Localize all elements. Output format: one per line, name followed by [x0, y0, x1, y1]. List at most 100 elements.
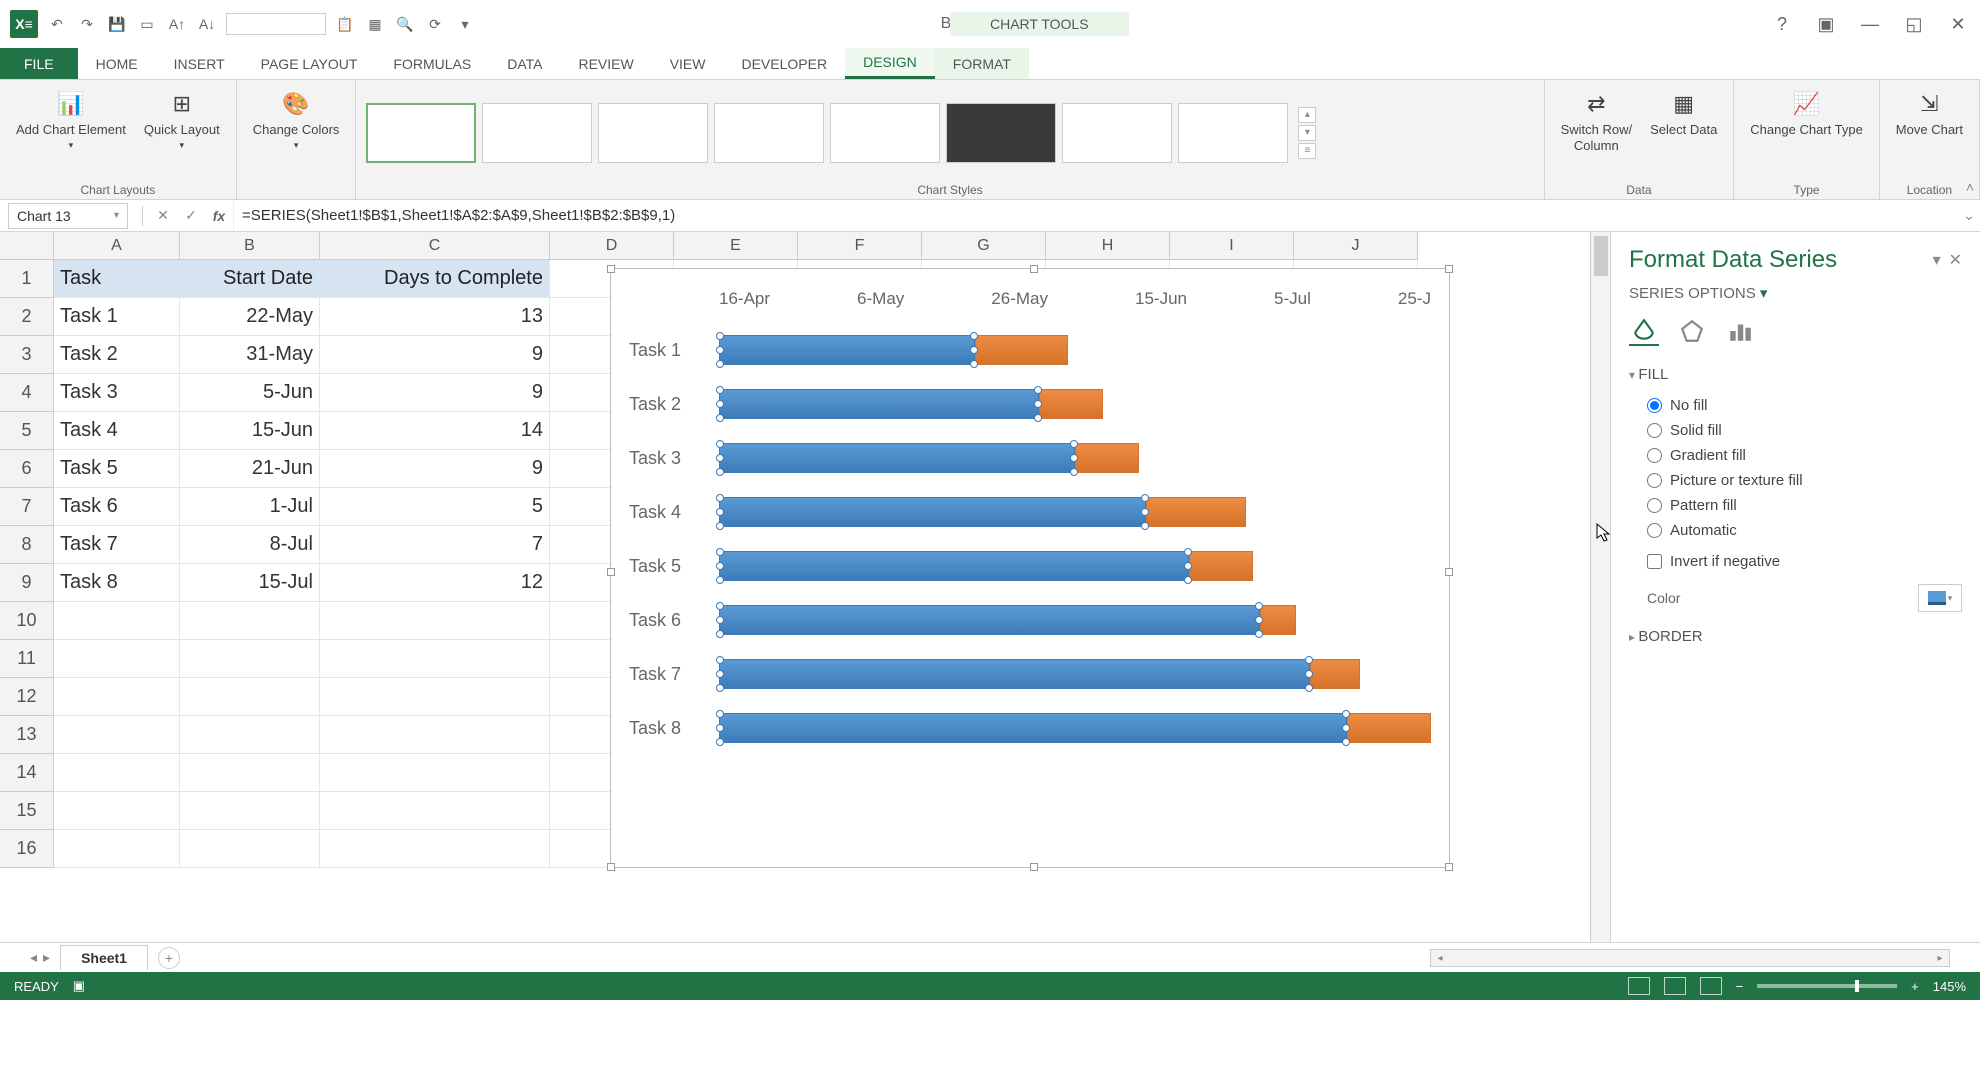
insert-function-button[interactable]: fx: [205, 208, 233, 224]
row-header[interactable]: 2: [0, 298, 54, 336]
tab-data[interactable]: DATA: [489, 48, 560, 79]
cell[interactable]: [180, 640, 320, 678]
cell[interactable]: 9: [320, 374, 550, 412]
chart-bar-series1[interactable]: [719, 443, 1075, 473]
cell[interactable]: 22-May: [180, 298, 320, 336]
invert-if-negative-checkbox[interactable]: Invert if negative: [1629, 549, 1962, 574]
cell[interactable]: 21-Jun: [180, 450, 320, 488]
chart-bar-series1[interactable]: [719, 659, 1310, 689]
styles-scroll-down[interactable]: ▾: [1298, 125, 1316, 141]
cell[interactable]: Task 7: [54, 526, 180, 564]
zoom-out-button[interactable]: −: [1736, 979, 1744, 994]
cell[interactable]: 15-Jul: [180, 564, 320, 602]
col-header-H[interactable]: H: [1046, 232, 1170, 260]
cell[interactable]: Task 8: [54, 564, 180, 602]
row-header[interactable]: 15: [0, 792, 54, 830]
cell[interactable]: 15-Jun: [180, 412, 320, 450]
tab-design[interactable]: DESIGN: [845, 48, 935, 79]
ribbon-collapse-button[interactable]: ˄: [1966, 179, 1974, 195]
chart-bar-series1[interactable]: [719, 497, 1146, 527]
cell[interactable]: [54, 602, 180, 640]
chart-bar-series2[interactable]: [1260, 605, 1296, 635]
refresh-button[interactable]: ⟳: [424, 13, 446, 35]
cell[interactable]: [320, 678, 550, 716]
chart-bar-row[interactable]: Task 1: [629, 323, 1431, 377]
cell[interactable]: [54, 792, 180, 830]
quick-layout-button[interactable]: ⊞Quick Layout▾: [138, 84, 226, 154]
chart-bar-series2[interactable]: [975, 335, 1068, 365]
tab-page-layout[interactable]: PAGE LAYOUT: [243, 48, 376, 79]
cell[interactable]: 14: [320, 412, 550, 450]
chart-bar-row[interactable]: Task 5: [629, 539, 1431, 593]
fill-option-pattern[interactable]: Pattern fill: [1629, 493, 1962, 518]
row-header[interactable]: 8: [0, 526, 54, 564]
chart-style-1[interactable]: [366, 103, 476, 163]
cell[interactable]: [180, 602, 320, 640]
cell[interactable]: 31-May: [180, 336, 320, 374]
row-header[interactable]: 13: [0, 716, 54, 754]
col-header-D[interactable]: D: [550, 232, 674, 260]
tab-view[interactable]: VIEW: [652, 48, 724, 79]
cell[interactable]: [320, 754, 550, 792]
view-page-break-button[interactable]: [1700, 977, 1722, 995]
chart-bar-series2[interactable]: [1347, 713, 1431, 743]
styles-scroll-up[interactable]: ▴: [1298, 107, 1316, 123]
name-box[interactable]: Chart 13▾: [8, 203, 128, 229]
fill-option-picture[interactable]: Picture or texture fill: [1629, 468, 1962, 493]
tab-home[interactable]: HOME: [78, 48, 156, 79]
horizontal-scrollbar[interactable]: ◂▸: [1430, 949, 1950, 967]
chart-bar-series1[interactable]: [719, 605, 1260, 635]
tab-formulas[interactable]: FORMULAS: [375, 48, 489, 79]
cell[interactable]: 7: [320, 526, 550, 564]
col-header-G[interactable]: G: [922, 232, 1046, 260]
row-header[interactable]: 7: [0, 488, 54, 526]
chart-bar-series2[interactable]: [1075, 443, 1139, 473]
cell[interactable]: 1-Jul: [180, 488, 320, 526]
sheet-nav-next[interactable]: ▸: [43, 949, 50, 966]
row-header[interactable]: 16: [0, 830, 54, 868]
chart-bar-row[interactable]: Task 6: [629, 593, 1431, 647]
series-options-dropdown[interactable]: SERIES OPTIONS ▾: [1629, 284, 1962, 302]
paste-button[interactable]: 📋: [334, 13, 356, 35]
col-header-E[interactable]: E: [674, 232, 798, 260]
cell[interactable]: Task 3: [54, 374, 180, 412]
embedded-chart[interactable]: 16-Apr6-May26-May15-Jun5-Jul25-J Task 1T…: [610, 268, 1450, 868]
cell[interactable]: [320, 602, 550, 640]
view-page-layout-button[interactable]: [1664, 977, 1686, 995]
fill-line-tab[interactable]: [1629, 316, 1659, 346]
formula-expand-button[interactable]: ⌄: [1958, 207, 1980, 224]
cell[interactable]: Task 5: [54, 450, 180, 488]
restore-button[interactable]: ◱: [1902, 12, 1926, 36]
cell[interactable]: Task 4: [54, 412, 180, 450]
pane-close-button[interactable]: ✕: [1949, 250, 1962, 270]
fill-option-automatic[interactable]: Automatic: [1629, 518, 1962, 543]
col-header-F[interactable]: F: [798, 232, 922, 260]
vertical-scrollbar[interactable]: [1590, 232, 1610, 942]
cell[interactable]: [320, 640, 550, 678]
worksheet[interactable]: A B C D E F G H I J 1TaskStart DateDays …: [0, 232, 1590, 942]
cell[interactable]: [180, 754, 320, 792]
effects-tab[interactable]: [1677, 316, 1707, 346]
row-header[interactable]: 3: [0, 336, 54, 374]
minimize-button[interactable]: —: [1858, 12, 1882, 36]
sheet-tab-sheet1[interactable]: Sheet1: [60, 945, 148, 970]
chart-style-8[interactable]: [1178, 103, 1288, 163]
row-header[interactable]: 6: [0, 450, 54, 488]
chart-bar-series2[interactable]: [1189, 551, 1253, 581]
fill-option-gradient[interactable]: Gradient fill: [1629, 443, 1962, 468]
redo-button[interactable]: ↷: [76, 13, 98, 35]
new-button[interactable]: ▦: [364, 13, 386, 35]
close-button[interactable]: ✕: [1946, 12, 1970, 36]
switch-row-column-button[interactable]: ⇄Switch Row/ Column: [1555, 84, 1639, 157]
enter-formula-button[interactable]: ✓: [177, 207, 205, 224]
tab-format[interactable]: FORMAT: [935, 48, 1029, 79]
cell[interactable]: Task 6: [54, 488, 180, 526]
chart-style-7[interactable]: [1062, 103, 1172, 163]
chart-bar-series1[interactable]: [719, 335, 975, 365]
cell[interactable]: 13: [320, 298, 550, 336]
sheet-nav-prev[interactable]: ◂: [30, 949, 37, 966]
border-section-header[interactable]: BORDER: [1629, 628, 1962, 645]
row-header[interactable]: 10: [0, 602, 54, 640]
col-header-I[interactable]: I: [1170, 232, 1294, 260]
cell[interactable]: 12: [320, 564, 550, 602]
